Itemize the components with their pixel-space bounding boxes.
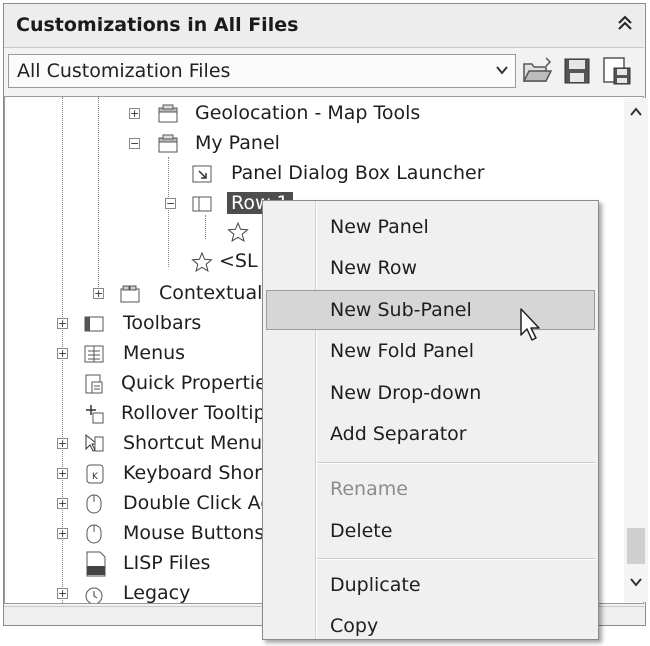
expand-icon[interactable]: + (57, 498, 68, 509)
menu-item-add-separator[interactable]: Add Separator (266, 414, 595, 454)
tree-item-label: Panel Dialog Box Launcher (231, 162, 485, 184)
collapse-icon[interactable]: − (165, 198, 176, 209)
tree-item-label: Rollover Tooltip (121, 402, 266, 424)
panel-icon (158, 104, 178, 123)
menu-item-label: Copy (330, 615, 379, 637)
tree-item-label: Double Click Ac (123, 492, 271, 514)
shortcut-menu-icon (85, 433, 104, 452)
double-chevron-up-icon[interactable] (614, 14, 636, 38)
scrollbar-thumb[interactable] (627, 528, 645, 564)
menu-icon (84, 345, 104, 363)
tree-item-label: Quick Properties (121, 372, 277, 394)
menu-item-delete[interactable]: Delete (266, 511, 595, 551)
file-toolbar: All Customization Files (4, 52, 644, 92)
expand-icon[interactable]: + (57, 318, 68, 329)
tree-item-label: Keyboard Shortc (123, 462, 280, 484)
tree-item-label: Menus (123, 342, 186, 364)
tree-item-label: Legacy (123, 582, 191, 604)
panel-icon (158, 134, 178, 153)
menu-item-label: Duplicate (330, 574, 421, 596)
tree-item-label: LISP Files (123, 552, 211, 574)
tree-item-label: Toolbars (123, 312, 202, 334)
panel-titlebar: Customizations in All Files (4, 4, 644, 48)
tree-item-label: Shortcut Menus (123, 432, 273, 454)
star-icon (191, 251, 213, 272)
keyboard-icon: K (86, 464, 104, 484)
open-folder-icon (522, 57, 553, 82)
quick-properties-icon (85, 374, 103, 394)
tree-item-label: <SL (219, 250, 258, 272)
expand-icon[interactable]: + (129, 108, 140, 119)
menu-item-duplicate[interactable]: Duplicate (266, 565, 595, 605)
scroll-up-icon[interactable] (624, 102, 648, 126)
save-button[interactable] (560, 54, 594, 88)
menu-separator (318, 462, 595, 464)
lisp-file-icon (86, 551, 106, 577)
dialog-launcher-icon (192, 165, 212, 183)
expand-icon[interactable]: + (93, 288, 104, 299)
tree-guide-line (98, 97, 99, 297)
menu-item-copy[interactable]: Copy (266, 606, 595, 646)
tree-item-label: Mouse Buttons (123, 522, 265, 544)
scroll-down-icon[interactable] (624, 572, 648, 596)
tree-guide-line (205, 215, 206, 239)
menu-item-label: Add Separator (330, 423, 467, 445)
expand-icon[interactable]: + (57, 588, 68, 599)
expand-icon[interactable]: + (57, 438, 68, 449)
menu-item-label: New Sub-Panel (330, 299, 472, 321)
toolbar-icon (84, 316, 104, 332)
save-as-icon (603, 57, 631, 85)
menu-item-new-row[interactable]: New Row (266, 248, 595, 288)
mouse-pointer-icon (520, 308, 540, 341)
menu-item-label: Delete (330, 520, 393, 542)
expand-icon[interactable]: + (57, 348, 68, 359)
tree-vertical-scrollbar[interactable] (624, 98, 648, 602)
menu-item-rename[interactable]: Rename (266, 469, 595, 509)
mouse-icon (86, 494, 102, 514)
menu-item-label: New Drop-down (330, 382, 482, 404)
star-icon (227, 221, 249, 242)
menu-item-label: New Row (330, 257, 417, 279)
tree-item-label: My Panel (195, 132, 280, 154)
expand-icon[interactable]: + (57, 468, 68, 479)
menu-item-new-fold-panel[interactable]: New Fold Panel (266, 331, 595, 371)
save-icon (564, 58, 590, 84)
mouse-icon (86, 524, 102, 544)
tree-item-label: Geolocation - Map Tools (195, 102, 421, 124)
rollover-tooltip-icon (86, 405, 104, 424)
menu-item-new-panel[interactable]: New Panel (266, 207, 595, 247)
row-icon (192, 196, 212, 212)
open-file-button[interactable] (520, 54, 554, 88)
tree-guide-line (168, 157, 169, 267)
dropdown-value: All Customization Files (17, 60, 231, 82)
context-menu: New Panel New Row New Sub-Panel New Fold… (262, 200, 599, 640)
panel-title: Customizations in All Files (16, 14, 299, 36)
contextual-tab-icon (120, 285, 140, 303)
save-as-button[interactable] (600, 54, 634, 88)
menu-separator (318, 558, 595, 560)
menu-item-new-drop-down[interactable]: New Drop-down (266, 373, 595, 413)
collapse-icon[interactable]: − (129, 138, 140, 149)
menu-item-label: New Fold Panel (330, 340, 474, 362)
legacy-icon (85, 587, 103, 603)
customization-files-dropdown[interactable]: All Customization Files (8, 54, 516, 88)
menu-item-label: New Panel (330, 216, 429, 238)
menu-item-new-sub-panel[interactable]: New Sub-Panel (266, 290, 595, 330)
menu-item-label: Rename (330, 478, 408, 500)
chevron-down-icon[interactable] (495, 59, 509, 85)
expand-icon[interactable]: + (57, 528, 68, 539)
